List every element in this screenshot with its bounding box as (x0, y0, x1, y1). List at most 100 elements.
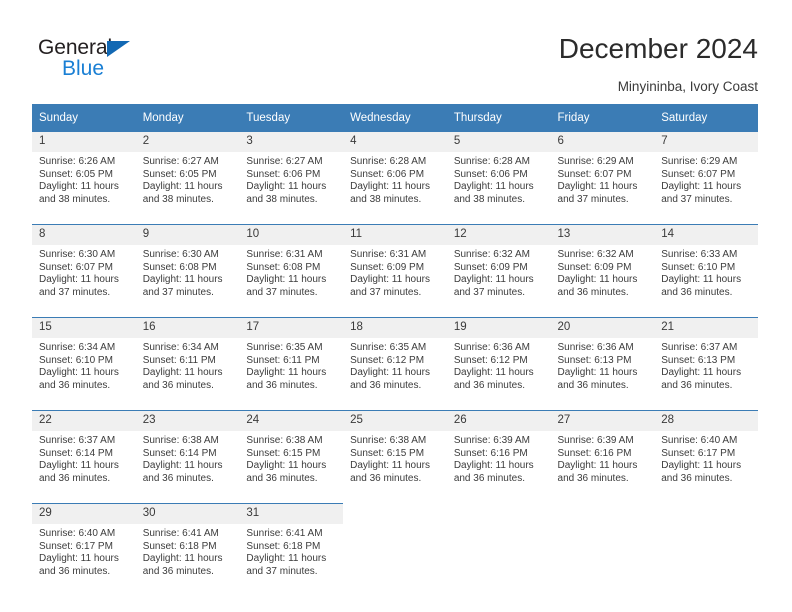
day-number[interactable]: 25 (343, 410, 447, 431)
logo-word-blue: Blue (62, 57, 105, 80)
sunrise-text: Sunrise: 6:28 AM (453, 156, 530, 167)
day-cell[interactable]: Sunrise: 6:40 AM Sunset: 6:17 PM Dayligh… (32, 524, 136, 596)
sunset-text: Sunset: 6:07 PM (661, 168, 736, 180)
day-number[interactable]: 13 (550, 224, 655, 245)
day-cell[interactable]: Sunrise: 6:38 AM Sunset: 6:14 PM Dayligh… (135, 431, 240, 504)
day-cell[interactable]: Sunrise: 6:32 AM Sunset: 6:09 PM Dayligh… (446, 245, 551, 318)
day-number[interactable]: 10 (239, 224, 344, 245)
day-number[interactable]: 3 (239, 132, 344, 152)
day-number[interactable]: 6 (550, 132, 655, 152)
day-number[interactable]: 8 (32, 224, 136, 245)
day-number[interactable]: 11 (343, 224, 447, 245)
day-number[interactable]: 20 (550, 317, 655, 338)
sunrise-text: Sunrise: 6:31 AM (350, 249, 427, 260)
day-number[interactable]: 29 (32, 503, 136, 524)
daylight-text-1: Daylight: 11 hours (246, 274, 327, 286)
page-header: General Blue December 2024 Minyininba, I… (0, 0, 792, 96)
day-cell[interactable]: Sunrise: 6:35 AM Sunset: 6:12 PM Dayligh… (343, 338, 447, 411)
day-cell[interactable]: Sunrise: 6:39 AM Sunset: 6:16 PM Dayligh… (550, 431, 655, 504)
sunrise-text: Sunrise: 6:32 AM (557, 249, 634, 260)
day-cell[interactable]: Sunrise: 6:32 AM Sunset: 6:09 PM Dayligh… (550, 245, 655, 318)
day-cell[interactable]: Sunrise: 6:39 AM Sunset: 6:16 PM Dayligh… (446, 431, 551, 504)
day-cell[interactable]: Sunrise: 6:35 AM Sunset: 6:11 PM Dayligh… (239, 338, 344, 411)
day-cell[interactable]: Sunrise: 6:37 AM Sunset: 6:14 PM Dayligh… (32, 431, 136, 504)
day-number[interactable]: 16 (135, 317, 240, 338)
day-cell[interactable]: Sunrise: 6:36 AM Sunset: 6:12 PM Dayligh… (446, 338, 551, 411)
day-cell[interactable]: Sunrise: 6:30 AM Sunset: 6:08 PM Dayligh… (135, 245, 240, 318)
daylight-text-2: and 36 minutes. (557, 379, 629, 391)
day-cell[interactable]: Sunrise: 6:28 AM Sunset: 6:06 PM Dayligh… (343, 152, 447, 225)
day-cell[interactable]: Sunrise: 6:34 AM Sunset: 6:11 PM Dayligh… (135, 338, 240, 411)
sunset-text: Sunset: 6:14 PM (39, 447, 113, 459)
day-number[interactable]: 24 (239, 410, 344, 431)
day-cell[interactable]: Sunrise: 6:37 AM Sunset: 6:13 PM Dayligh… (654, 338, 758, 411)
daylight-text-2: and 36 minutes. (39, 565, 111, 577)
daylight-text-2: and 36 minutes. (142, 472, 214, 484)
sunrise-text: Sunrise: 6:35 AM (246, 342, 323, 353)
day-number[interactable]: 14 (654, 224, 758, 245)
day-number[interactable]: 31 (239, 503, 344, 524)
day-number[interactable]: 30 (135, 503, 240, 524)
day-number[interactable]: 2 (135, 132, 240, 152)
daylight-text-2: and 36 minutes. (142, 379, 214, 391)
day-cell[interactable]: Sunrise: 6:29 AM Sunset: 6:07 PM Dayligh… (654, 152, 758, 225)
day-cell[interactable]: Sunrise: 6:36 AM Sunset: 6:13 PM Dayligh… (550, 338, 655, 411)
day-cell[interactable]: Sunrise: 6:38 AM Sunset: 6:15 PM Dayligh… (239, 431, 344, 504)
day-cell[interactable]: Sunrise: 6:38 AM Sunset: 6:15 PM Dayligh… (343, 431, 447, 504)
daylight-text-2: and 36 minutes. (661, 379, 733, 391)
day-number-empty (446, 503, 551, 524)
day-cell[interactable]: Sunrise: 6:28 AM Sunset: 6:06 PM Dayligh… (446, 152, 551, 225)
sunset-text: Sunset: 6:08 PM (142, 261, 217, 273)
day-number[interactable]: 1 (32, 132, 136, 152)
sunrise-text: Sunrise: 6:41 AM (142, 528, 219, 539)
daylight-text-1: Daylight: 11 hours (142, 460, 223, 472)
day-number[interactable]: 12 (446, 224, 551, 245)
day-number[interactable]: 19 (446, 317, 551, 338)
day-number[interactable]: 28 (654, 410, 758, 431)
day-number[interactable]: 27 (550, 410, 655, 431)
day-cell[interactable]: Sunrise: 6:41 AM Sunset: 6:18 PM Dayligh… (239, 524, 344, 596)
daylight-text-2: and 36 minutes. (453, 379, 525, 391)
week-date-row: 1 2 3 4 5 6 7 (32, 132, 758, 152)
day-number[interactable]: 9 (135, 224, 240, 245)
day-number[interactable]: 17 (239, 317, 344, 338)
weekday-header-tuesday: Tuesday (239, 104, 344, 132)
sunset-text: Sunset: 6:18 PM (246, 540, 321, 552)
day-cell[interactable]: Sunrise: 6:31 AM Sunset: 6:08 PM Dayligh… (239, 245, 344, 318)
day-number[interactable]: 26 (446, 410, 551, 431)
day-number[interactable]: 21 (654, 317, 758, 338)
day-cell-empty (343, 524, 447, 596)
day-cell[interactable]: Sunrise: 6:27 AM Sunset: 6:06 PM Dayligh… (239, 152, 344, 225)
daylight-text-1: Daylight: 11 hours (661, 367, 742, 379)
day-cell[interactable]: Sunrise: 6:31 AM Sunset: 6:09 PM Dayligh… (343, 245, 447, 318)
daylight-text-2: and 37 minutes. (661, 193, 733, 205)
sunset-text: Sunset: 6:13 PM (661, 354, 736, 366)
day-number[interactable]: 7 (654, 132, 758, 152)
daylight-text-2: and 36 minutes. (246, 472, 318, 484)
general-blue-logo[interactable]: General Blue (38, 36, 158, 84)
day-cell[interactable]: Sunrise: 6:34 AM Sunset: 6:10 PM Dayligh… (32, 338, 136, 411)
day-number[interactable]: 23 (135, 410, 240, 431)
day-number[interactable]: 15 (32, 317, 136, 338)
daylight-text-2: and 36 minutes. (557, 286, 629, 298)
day-cell[interactable]: Sunrise: 6:27 AM Sunset: 6:05 PM Dayligh… (135, 152, 240, 225)
day-cell[interactable]: Sunrise: 6:41 AM Sunset: 6:18 PM Dayligh… (135, 524, 240, 596)
day-number[interactable]: 22 (32, 410, 136, 431)
daylight-text-1: Daylight: 11 hours (661, 460, 742, 472)
daylight-text-1: Daylight: 11 hours (246, 367, 327, 379)
day-cell[interactable]: Sunrise: 6:29 AM Sunset: 6:07 PM Dayligh… (550, 152, 655, 225)
triangle-icon (107, 41, 130, 57)
sunrise-text: Sunrise: 6:39 AM (453, 435, 530, 446)
daylight-text-1: Daylight: 11 hours (453, 181, 534, 193)
day-number[interactable]: 5 (446, 132, 551, 152)
daylight-text-2: and 37 minutes. (246, 565, 318, 577)
sunrise-text: Sunrise: 6:30 AM (142, 249, 219, 260)
day-number[interactable]: 4 (343, 132, 447, 152)
day-number[interactable]: 18 (343, 317, 447, 338)
calendar-page: General Blue December 2024 Minyininba, I… (0, 0, 792, 612)
day-cell[interactable]: Sunrise: 6:26 AM Sunset: 6:05 PM Dayligh… (32, 152, 136, 225)
day-cell[interactable]: Sunrise: 6:33 AM Sunset: 6:10 PM Dayligh… (654, 245, 758, 318)
day-cell[interactable]: Sunrise: 6:40 AM Sunset: 6:17 PM Dayligh… (654, 431, 758, 504)
daylight-text-1: Daylight: 11 hours (350, 181, 430, 193)
day-cell[interactable]: Sunrise: 6:30 AM Sunset: 6:07 PM Dayligh… (32, 245, 136, 318)
